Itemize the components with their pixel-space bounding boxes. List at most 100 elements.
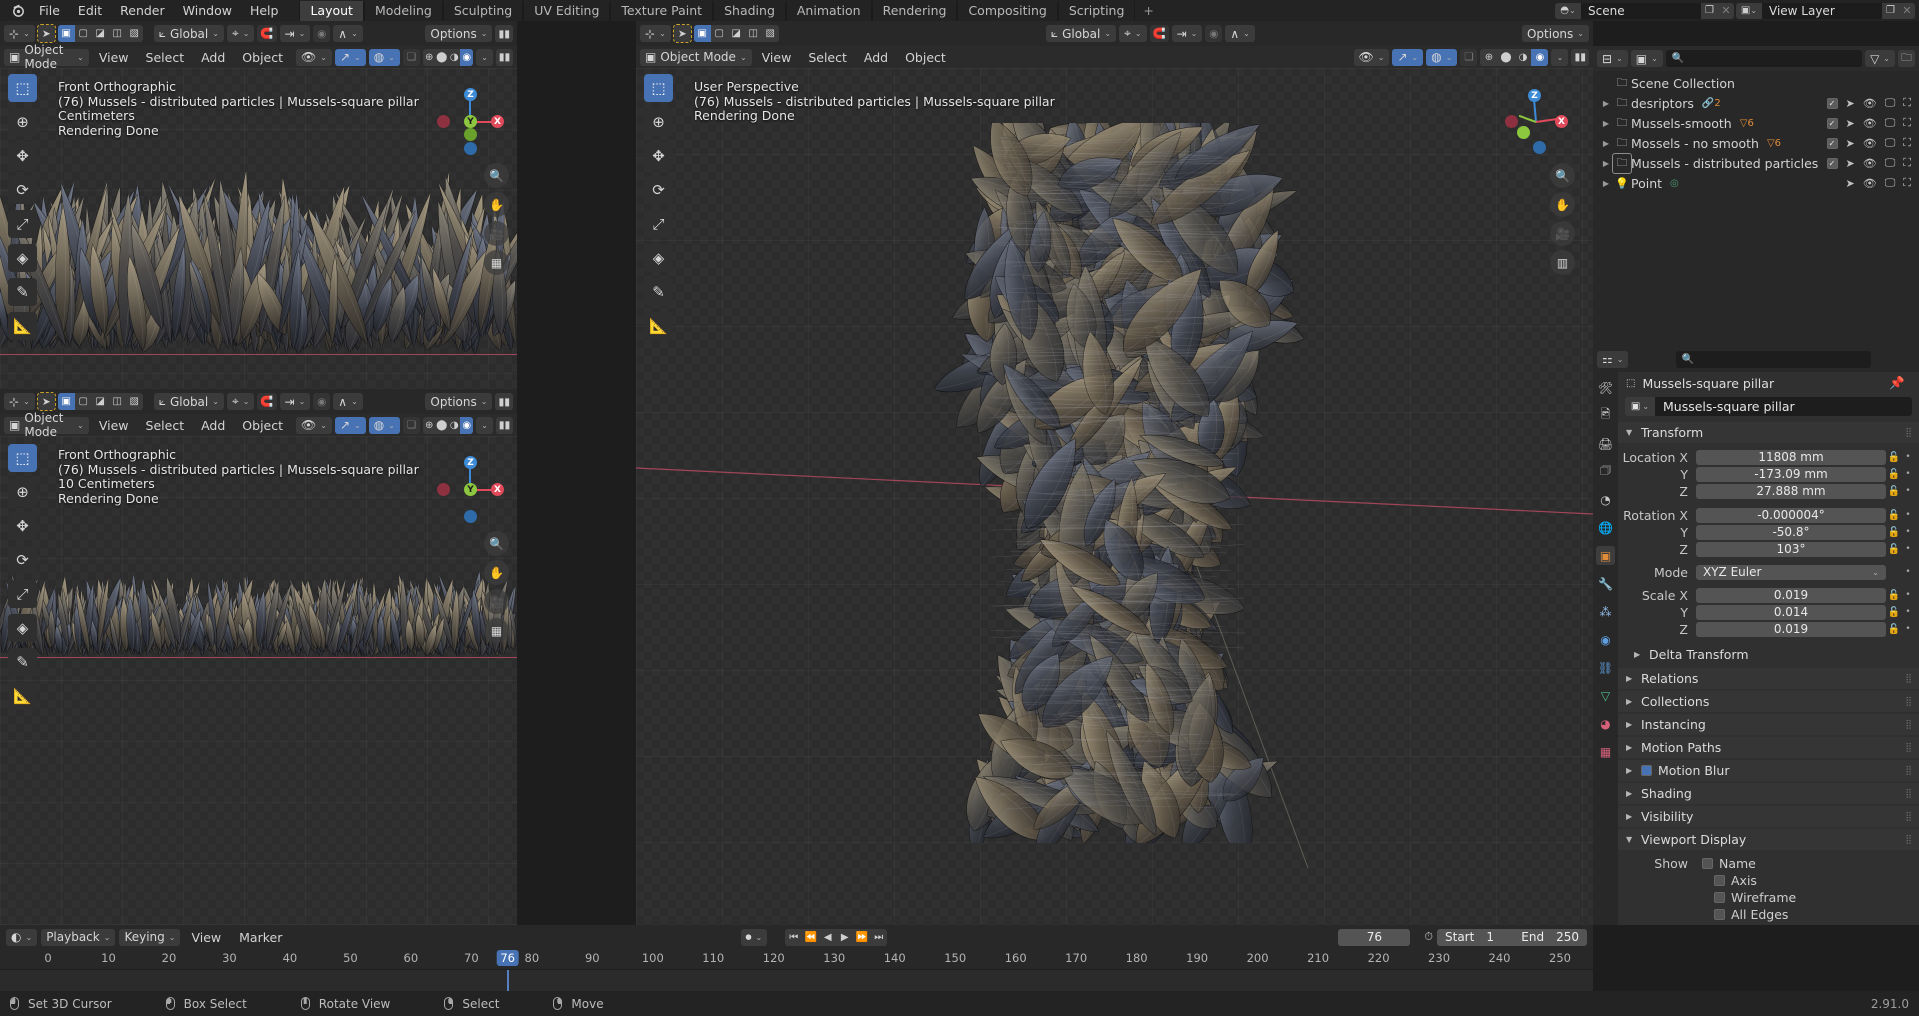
transform-orientation-dropdown[interactable]: ⟀ Global ⌄ — [153, 25, 224, 42]
panel-header-motion-blur[interactable]: ▶ Motion Blur ⣿ — [1618, 760, 1919, 781]
timeline-keying-dropdown[interactable]: Keying ⌄ — [119, 928, 181, 946]
scale-x-row[interactable]: Scale X 0.019 🔓 • — [1618, 587, 1919, 603]
timeline-playback-dropdown[interactable]: Playback ⌄ — [41, 928, 116, 946]
vp-main-snap-settings-dropdown[interactable]: ⇥ ⌄ — [1171, 25, 1203, 42]
animate-dot-icon[interactable]: • — [1902, 469, 1914, 479]
vp-bl-material-preview-shading-icon[interactable]: ◑ — [448, 417, 461, 434]
jump-to-end-icon[interactable]: ⏭ — [870, 929, 887, 946]
timeline-playhead[interactable] — [506, 970, 509, 991]
lock-icon[interactable]: 🔓 — [1886, 469, 1902, 480]
vp-main-set-select-mode-icon[interactable]: ▣ — [693, 25, 711, 42]
gizmo-y-pos[interactable]: Y — [464, 115, 477, 128]
vp-main-menu-view[interactable]: View — [755, 50, 799, 65]
vp-bl-shading-mode-group[interactable]: ⊕ ⬤ ◑ ◉ — [422, 416, 473, 434]
add-workspace-button[interactable]: + — [1135, 3, 1161, 18]
viewport-show-name-row[interactable]: Show Name — [1618, 855, 1919, 872]
vp-bl-options-dropdown[interactable]: Options ⌄ — [425, 393, 493, 410]
show-axis-checkbox[interactable] — [1714, 875, 1725, 886]
panel-header-motion-paths[interactable]: ▶ Motion Paths ⣿ — [1618, 737, 1919, 758]
show-wireframe-checkbox[interactable] — [1714, 892, 1725, 903]
cursor-arrow-icon[interactable]: ➤ — [1846, 137, 1855, 150]
cursor-arrow-icon[interactable]: ➤ — [1846, 177, 1855, 190]
animate-dot-icon[interactable]: • — [1902, 527, 1914, 537]
vp-bl-tool-rotate[interactable]: ⟳ — [8, 546, 37, 574]
tool-rotate[interactable]: ⟳ — [8, 176, 37, 204]
vp-bl-proportional-edit-toggle[interactable]: ◉ — [313, 393, 331, 410]
monitor-icon[interactable]: 🖵 — [1885, 156, 1896, 170]
vp-bl-pause-render-button[interactable]: ▮▮ — [496, 416, 513, 434]
material-preview-shading-icon[interactable]: ◑ — [448, 49, 461, 66]
vp-bl-overlays-dropdown[interactable]: ◍ ⌄ — [368, 416, 400, 434]
timeline-menu-view[interactable]: View — [184, 930, 228, 945]
tool-select-box[interactable]: ⬚ — [8, 74, 37, 102]
panel-header-instancing[interactable]: ▶ Instancing ⣿ — [1618, 714, 1919, 735]
vp-tl-menu-add[interactable]: Add — [194, 50, 232, 65]
vp-main-snap-toggle-button[interactable]: 🧲 — [1149, 25, 1169, 42]
vp-main-axis-gizmo[interactable]: Z X — [1503, 88, 1569, 154]
vp-main-select-mode-group[interactable]: ▣ ▢ ◪ ◫ ▧ — [693, 25, 779, 42]
vp-main-select-box-tool-button[interactable]: ➤ — [672, 24, 692, 43]
vp-tl-menu-select[interactable]: Select — [139, 50, 192, 65]
gizmo-x-neg[interactable] — [437, 115, 450, 128]
wireframe-shading-icon[interactable]: ⊕ — [423, 49, 436, 66]
viewlayer-selector[interactable]: ▣ ⌄ View Layer ❐ ✕ — [1736, 2, 1915, 19]
vp-main-gizmo-z-pos[interactable]: Z — [1528, 89, 1541, 102]
vp-bl-pan-hand-icon[interactable]: ✋ — [484, 560, 509, 585]
vp-main-gizmo-dropdown[interactable]: ↗ ⌄ — [1392, 48, 1424, 66]
vp-main-proportional-edit-toggle[interactable]: ◉ — [1205, 25, 1223, 42]
camera-icon[interactable]: ⛶ — [1903, 176, 1911, 190]
current-frame-field[interactable]: 76 — [1338, 928, 1411, 946]
object-name-value[interactable]: Mussels-square pillar — [1655, 397, 1912, 416]
tab-scene[interactable]: ◔ — [1596, 490, 1615, 509]
tool-measure[interactable]: 📐 — [8, 312, 37, 340]
zoom-icon[interactable]: 🔍 — [484, 163, 509, 188]
rotation-mode-row[interactable]: Mode XYZ Euler ⌄ • — [1618, 564, 1919, 580]
outliner-row-mossels-no-smooth[interactable]: ▶ 🗀 Mossels - no smooth ▽ 6 ✓ ➤ 👁 🖵 ⛶ — [1593, 133, 1919, 153]
animate-dot-icon[interactable]: • — [1902, 486, 1914, 496]
workspace-tab-sculpting[interactable]: Sculpting — [442, 0, 524, 21]
tab-tool[interactable]: 🛠 — [1596, 378, 1615, 397]
vp-main-transform-orientation-dropdown[interactable]: ⟀ Global ⌄ — [1045, 25, 1117, 42]
gizmo-x-pos[interactable]: X — [491, 115, 504, 128]
end-value[interactable]: 250 — [1556, 930, 1579, 944]
lock-icon[interactable]: 🔓 — [1886, 452, 1902, 463]
vp-main-tool-scale[interactable]: ⤢ — [644, 210, 673, 238]
scale-x-value[interactable]: 0.019 — [1696, 587, 1886, 603]
monitor-icon[interactable]: 🖵 — [1885, 136, 1896, 150]
select-box-tool-button[interactable]: ➤ — [36, 24, 56, 43]
snap-settings-dropdown[interactable]: ⇥ ⌄ — [279, 25, 311, 42]
tab-output[interactable]: 🖨 — [1596, 434, 1615, 453]
vp-bl-proportional-falloff-dropdown[interactable]: ∧ ⌄ — [333, 393, 363, 410]
proportional-edit-toggle[interactable]: ◉ — [313, 25, 331, 42]
lock-icon[interactable]: 🔓 — [1886, 544, 1902, 555]
vp-main-toggle-ortho-icon[interactable]: ▥ — [1550, 250, 1575, 275]
vp-bl-invert-select-mode-icon[interactable]: ◫ — [109, 393, 126, 410]
vp-main-material-preview-shading-icon[interactable]: ◑ — [1514, 49, 1531, 66]
vp-bl-solid-shading-icon[interactable]: ⬤ — [435, 417, 448, 434]
tab-modifiers[interactable]: 🔧 — [1596, 574, 1615, 593]
eye-icon[interactable]: 👁 — [1863, 157, 1877, 170]
vp-tl-menu-object[interactable]: Object — [235, 50, 290, 65]
viewport-show-axis-row[interactable]: Axis — [1618, 872, 1919, 889]
vp-bl-tool-move[interactable]: ✥ — [8, 512, 37, 540]
workspace-tab-modeling[interactable]: Modeling — [363, 0, 443, 21]
new-viewlayer-icon[interactable]: ❐ — [1882, 2, 1899, 19]
vp-bl-gizmo-y-pos[interactable]: Y — [464, 483, 477, 496]
lock-icon[interactable]: 🔓 — [1886, 607, 1902, 618]
panel-header-relations[interactable]: ▶ Relations ⣿ — [1618, 668, 1919, 689]
vp-main-gizmo-x-pos[interactable]: X — [1555, 115, 1568, 128]
panel-header-shading[interactable]: ▶ Shading ⣿ — [1618, 783, 1919, 804]
vp-main-rendered-shading-icon[interactable]: ◉ — [1531, 48, 1549, 66]
vp-bl-gizmo-z-neg[interactable] — [464, 510, 477, 523]
panel-header-transform[interactable]: ▼ Transform ⣿ — [1618, 422, 1919, 443]
vp-main-options-dropdown[interactable]: Options ⌄ — [1521, 25, 1589, 42]
vp-main-proportional-falloff-dropdown[interactable]: ∧ ⌄ — [1225, 25, 1255, 42]
extend-select-mode-icon[interactable]: ▢ — [75, 25, 92, 42]
animate-dot-icon[interactable]: • — [1902, 452, 1914, 462]
timeline-ruler[interactable]: 0 10 20 30 40 50 60 70 80 90 100 110 120 130 140 150 160… — [0, 949, 1593, 969]
rotation-y-value[interactable]: -50.8° — [1696, 524, 1886, 540]
new-scene-icon[interactable]: ❐ — [1701, 2, 1718, 19]
play-reverse-icon[interactable]: ◀ — [819, 929, 836, 946]
overlays-dropdown[interactable]: ◍ ⌄ — [368, 48, 400, 66]
menu-file[interactable]: File — [30, 2, 69, 20]
